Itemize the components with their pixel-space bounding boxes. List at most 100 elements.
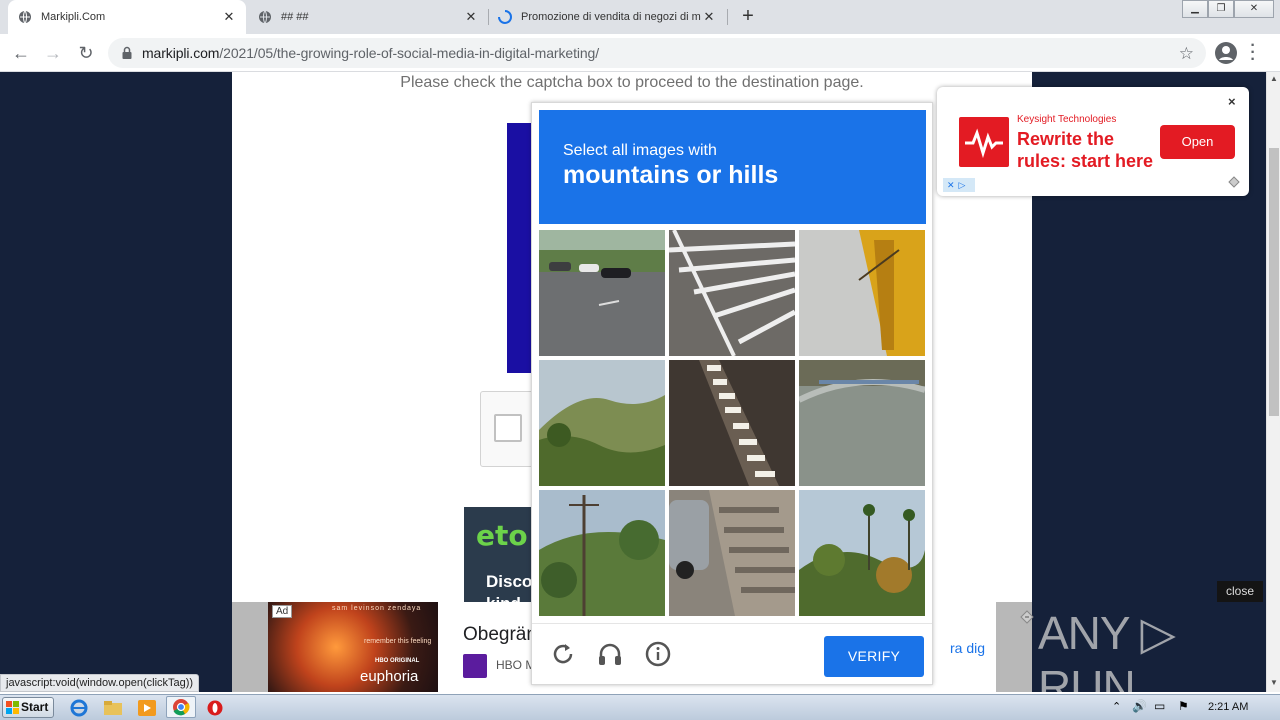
captcha-challenge: Select all images with mountains or hill… xyxy=(531,102,933,685)
address-bar[interactable]: markipli.com/2021/05/the-growing-role-of… xyxy=(108,38,1206,68)
url-host: markipli.com xyxy=(142,45,220,61)
page-scrollbar[interactable]: ▲ ▼ xyxy=(1266,72,1280,692)
lock-icon xyxy=(122,46,132,59)
keysight-logo-icon xyxy=(959,117,1009,167)
ad-advertiser: HBO M xyxy=(496,658,536,672)
captcha-tile-5[interactable] xyxy=(669,360,795,486)
scrollbar-thumb[interactable] xyxy=(1269,148,1279,416)
hbo-logo-icon xyxy=(463,654,487,678)
tray-expand-icon[interactable]: ⌃ xyxy=(1112,700,1121,713)
start-button[interactable]: Start xyxy=(2,697,54,718)
folder-icon[interactable] xyxy=(102,698,124,718)
opera-icon[interactable] xyxy=(204,698,226,718)
captcha-image xyxy=(799,360,925,486)
windows-flag-icon xyxy=(6,701,19,714)
system-tray: ⌃ 🔊 ▭ ⚑ xyxy=(1104,696,1280,720)
restore-icon[interactable]: ❐ xyxy=(1208,0,1234,18)
verify-button[interactable]: VERIFY xyxy=(824,636,924,677)
kebab-menu-icon[interactable]: · · · xyxy=(1250,38,1256,68)
bookmark-star-icon[interactable]: ☆ xyxy=(1179,44,1194,64)
captcha-checkbox[interactable] xyxy=(494,414,522,442)
ad-tagline-top: sam levinson zendaya xyxy=(332,605,422,612)
anyrun-watermark: ANY ▷ RUN xyxy=(1038,607,1176,692)
captcha-image xyxy=(669,230,795,356)
tab-hashes[interactable]: ## ## ✕ xyxy=(248,0,488,34)
captcha-prompt-line1: Select all images with xyxy=(563,142,717,159)
keysight-ad[interactable]: Keysight Technologies Rewrite the rules: … xyxy=(937,87,1249,196)
volume-icon[interactable]: 🔊 xyxy=(1132,699,1147,713)
start-label: Start xyxy=(21,700,49,714)
adchoices-icon[interactable] xyxy=(1228,176,1240,188)
forward-arrow-icon[interactable]: → xyxy=(40,40,66,66)
media-player-icon[interactable] xyxy=(136,698,158,718)
captcha-tile-4[interactable] xyxy=(539,360,665,486)
ad-label: Ad xyxy=(272,605,293,618)
ad-brand: Keysight Technologies xyxy=(1017,114,1117,125)
tab-separator xyxy=(727,9,728,25)
ad-headline-line2: rules: start here xyxy=(1017,151,1154,171)
back-arrow-icon[interactable]: ← xyxy=(8,40,34,66)
tab-title: Markipli.Com xyxy=(41,11,106,23)
internet-explorer-icon[interactable] xyxy=(68,698,90,718)
captcha-checkbox-widget[interactable] xyxy=(480,391,534,467)
action-center-flag-icon[interactable]: ⚑ xyxy=(1178,699,1189,713)
close-overlay-button[interactable]: close xyxy=(1217,581,1263,602)
profile-avatar-icon[interactable] xyxy=(1214,41,1238,65)
captcha-image xyxy=(799,490,925,616)
new-tab-button[interactable]: + xyxy=(736,5,760,29)
headphones-icon[interactable] xyxy=(596,640,624,668)
browser-toolbar: ← → ↻ markipli.com/2021/05/the-growing-r… xyxy=(0,34,1280,72)
tab-promozione[interactable]: Promozione di vendita di negozi di m ✕ xyxy=(488,0,726,34)
ad-tagline-mid: remember this feeling xyxy=(364,638,432,645)
ad-title[interactable]: Obegrän xyxy=(463,624,537,646)
ad-link[interactable]: ra dig xyxy=(950,640,985,656)
status-bar-link: javascript:void(window.open(clickTag)) xyxy=(0,674,200,692)
refresh-icon[interactable] xyxy=(549,640,577,668)
reload-icon[interactable]: ↻ xyxy=(73,40,99,66)
captcha-notice: Please check the captcha box to proceed … xyxy=(400,74,864,91)
window-close-icon[interactable]: ✕ xyxy=(1234,0,1274,18)
url-path: /2021/05/the-growing-role-of-social-medi… xyxy=(219,45,600,61)
captcha-tile-1[interactable] xyxy=(539,230,665,356)
ad-info-icon[interactable]: ✕▷ xyxy=(943,178,975,192)
taskbar-clock[interactable]: 2:21 AM xyxy=(1208,701,1248,713)
chrome-taskbar-button[interactable] xyxy=(166,696,196,718)
captcha-image xyxy=(539,230,665,356)
captcha-image xyxy=(799,230,925,356)
globe-icon xyxy=(259,10,271,24)
adchoices-icon[interactable] xyxy=(1020,610,1034,624)
ad-close-icon[interactable]: × xyxy=(1228,94,1236,109)
captcha-prompt: Select all images with mountains or hill… xyxy=(539,110,926,224)
ad-network: HBO ORIGINAL xyxy=(375,658,420,664)
captcha-tile-3[interactable] xyxy=(799,230,925,356)
captcha-image xyxy=(539,490,665,616)
etoro-ad[interactable]: eto Disco kind xyxy=(464,507,534,607)
chrome-icon xyxy=(173,699,190,716)
captcha-tile-7[interactable] xyxy=(539,490,665,616)
minimize-icon[interactable]: ▁ xyxy=(1182,0,1208,18)
ad-headline: Rewrite the rules: start here xyxy=(1017,128,1153,172)
ad-show: euphoria xyxy=(360,668,419,685)
captcha-prompt-target: mountains or hills xyxy=(563,161,779,189)
tab-close-icon[interactable]: ✕ xyxy=(222,9,236,25)
captcha-image-grid xyxy=(539,230,927,618)
tab-close-icon[interactable]: ✕ xyxy=(464,9,478,25)
tab-close-icon[interactable]: ✕ xyxy=(702,9,716,25)
etoro-logo: eto xyxy=(476,519,528,552)
tab-markipli[interactable]: Markipli.Com ✕ xyxy=(8,0,246,34)
captcha-tile-9[interactable] xyxy=(799,490,925,616)
tab-title: Promozione di vendita di negozi di m xyxy=(521,11,701,23)
captcha-image xyxy=(539,360,665,486)
captcha-footer: VERIFY xyxy=(532,623,932,685)
info-icon[interactable] xyxy=(644,640,672,668)
euphoria-ad-image[interactable]: Ad sam levinson zendaya remember this fe… xyxy=(268,602,438,692)
captcha-tile-6[interactable] xyxy=(799,360,925,486)
ad-open-button[interactable]: Open xyxy=(1160,125,1235,159)
scroll-down-icon[interactable]: ▼ xyxy=(1267,676,1280,690)
captcha-tile-8[interactable] xyxy=(669,490,795,616)
captcha-tile-2[interactable] xyxy=(669,230,795,356)
globe-icon xyxy=(19,10,31,24)
network-icon[interactable]: ▭ xyxy=(1154,699,1165,713)
windows-taskbar: Start ⌃ 🔊 ▭ ⚑ 2:21 AM xyxy=(0,694,1280,720)
scroll-up-icon[interactable]: ▲ xyxy=(1267,72,1280,86)
